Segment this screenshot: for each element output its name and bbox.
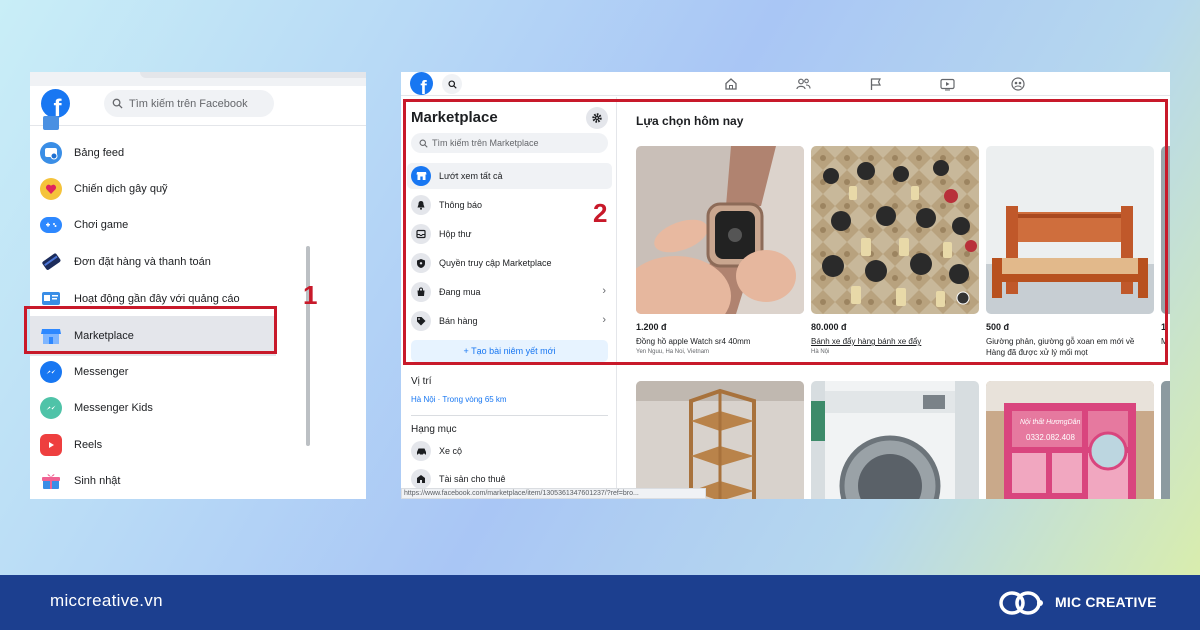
menu-item-label: Sinh nhật <box>74 475 121 487</box>
partial-menu-item-icon <box>43 116 59 130</box>
reels-icon <box>40 434 62 456</box>
menu-item-birthday[interactable]: Sinh nhật <box>40 466 276 496</box>
menu-item-label: Chiến dịch gây quỹ <box>74 183 168 195</box>
menu-item-label: Bảng feed <box>74 147 125 159</box>
facebook-logo-icon[interactable]: f <box>410 72 433 95</box>
footer-website[interactable]: miccreative.vn <box>50 591 163 611</box>
menu-item-label: Reels <box>74 439 103 451</box>
watch-video-icon[interactable] <box>939 76 955 92</box>
pages-flag-icon[interactable] <box>867 76 883 92</box>
menu-item-label: Messenger <box>74 366 129 378</box>
messenger-kids-icon <box>40 397 62 419</box>
browser-top-strip <box>30 72 366 86</box>
car-icon <box>411 441 431 461</box>
facebook-search-placeholder: Tìm kiếm trên Facebook <box>129 97 248 110</box>
menu-item-messenger-kids[interactable]: Messenger Kids <box>40 393 276 423</box>
cabinet-watermark-text: Nội thất HươngDân <box>1020 419 1081 426</box>
menu-item-messenger[interactable]: Messenger <box>40 357 276 387</box>
facebook-top-nav: f <box>401 72 1170 96</box>
gaming-icon <box>40 217 62 233</box>
search-icon <box>112 98 123 109</box>
marketplace-page-highlight-box <box>403 99 1168 365</box>
listing-card[interactable]: Nội thất HươngDân 0332.082.408 <box>986 381 1154 499</box>
messenger-icon <box>40 361 62 383</box>
footer-banner: miccreative.vn MIC CREATIVE <box>0 575 1200 630</box>
friends-icon[interactable] <box>795 76 811 92</box>
home-icon[interactable] <box>723 76 739 92</box>
search-icon <box>447 79 457 89</box>
listing-card[interactable] <box>811 381 979 499</box>
listing-photo-washing-machine[interactable] <box>811 381 979 499</box>
sidebar-divider <box>411 415 608 416</box>
listing-photo-pink-cabinet[interactable]: Nội thất HươngDân 0332.082.408 <box>986 381 1154 499</box>
location-filter-link[interactable]: Hà Nội · Trong vòng 65 km <box>411 395 507 404</box>
marketplace-highlight-box <box>24 306 277 354</box>
birthday-icon <box>40 470 62 492</box>
menu-item-label: Messenger Kids <box>74 402 153 414</box>
listing-photo-partial[interactable] <box>1161 381 1170 499</box>
listing-photo-corner-shelf[interactable] <box>636 381 804 499</box>
menu-item-label: Đơn đặt hàng và thanh toán <box>74 256 211 268</box>
menu-item-feed[interactable]: Bảng feed <box>40 138 276 168</box>
menu-item-label: Hoạt động gần đây với quảng cáo <box>74 293 240 305</box>
fundraiser-icon <box>40 178 62 200</box>
groups-icon[interactable] <box>1010 76 1026 92</box>
categories-section-title: Hạng mục <box>411 424 457 435</box>
listing-card-partial[interactable] <box>1161 381 1170 499</box>
mic-creative-logo-icon <box>999 591 1043 615</box>
footer-brand-name: MIC CREATIVE <box>1055 594 1157 610</box>
menu-item-orders-payments[interactable]: Đơn đặt hàng và thanh toán <box>40 247 276 277</box>
facebook-search-input[interactable]: Tìm kiếm trên Facebook <box>104 90 274 117</box>
cabinet-phone-text: 0332.082.408 <box>1026 433 1075 442</box>
category-label: Xe cộ <box>439 446 463 456</box>
orders-payments-icon <box>40 251 62 273</box>
nav-search-button[interactable] <box>442 74 462 94</box>
category-vehicles[interactable]: Xe cộ <box>407 438 612 464</box>
menu-divider <box>30 125 366 126</box>
step-number-1: 1 <box>303 280 318 310</box>
facebook-logo-icon[interactable]: f <box>41 89 70 118</box>
feed-icon <box>40 142 62 164</box>
menu-scrollbar[interactable] <box>306 246 310 446</box>
menu-item-gaming[interactable]: Chơi game <box>40 210 276 240</box>
rental-icon <box>411 469 431 489</box>
category-label: Tài sản cho thuê <box>439 474 506 484</box>
browser-status-url: https://www.facebook.com/marketplace/ite… <box>401 488 706 499</box>
listing-card[interactable] <box>636 381 804 499</box>
menu-item-fundraiser[interactable]: Chiến dịch gây quỹ <box>40 174 276 204</box>
location-section-title: Vị trí <box>411 376 432 387</box>
menu-item-label: Chơi game <box>74 219 129 231</box>
step-number-2: 2 <box>593 198 608 228</box>
menu-item-reels[interactable]: Reels <box>40 430 276 460</box>
